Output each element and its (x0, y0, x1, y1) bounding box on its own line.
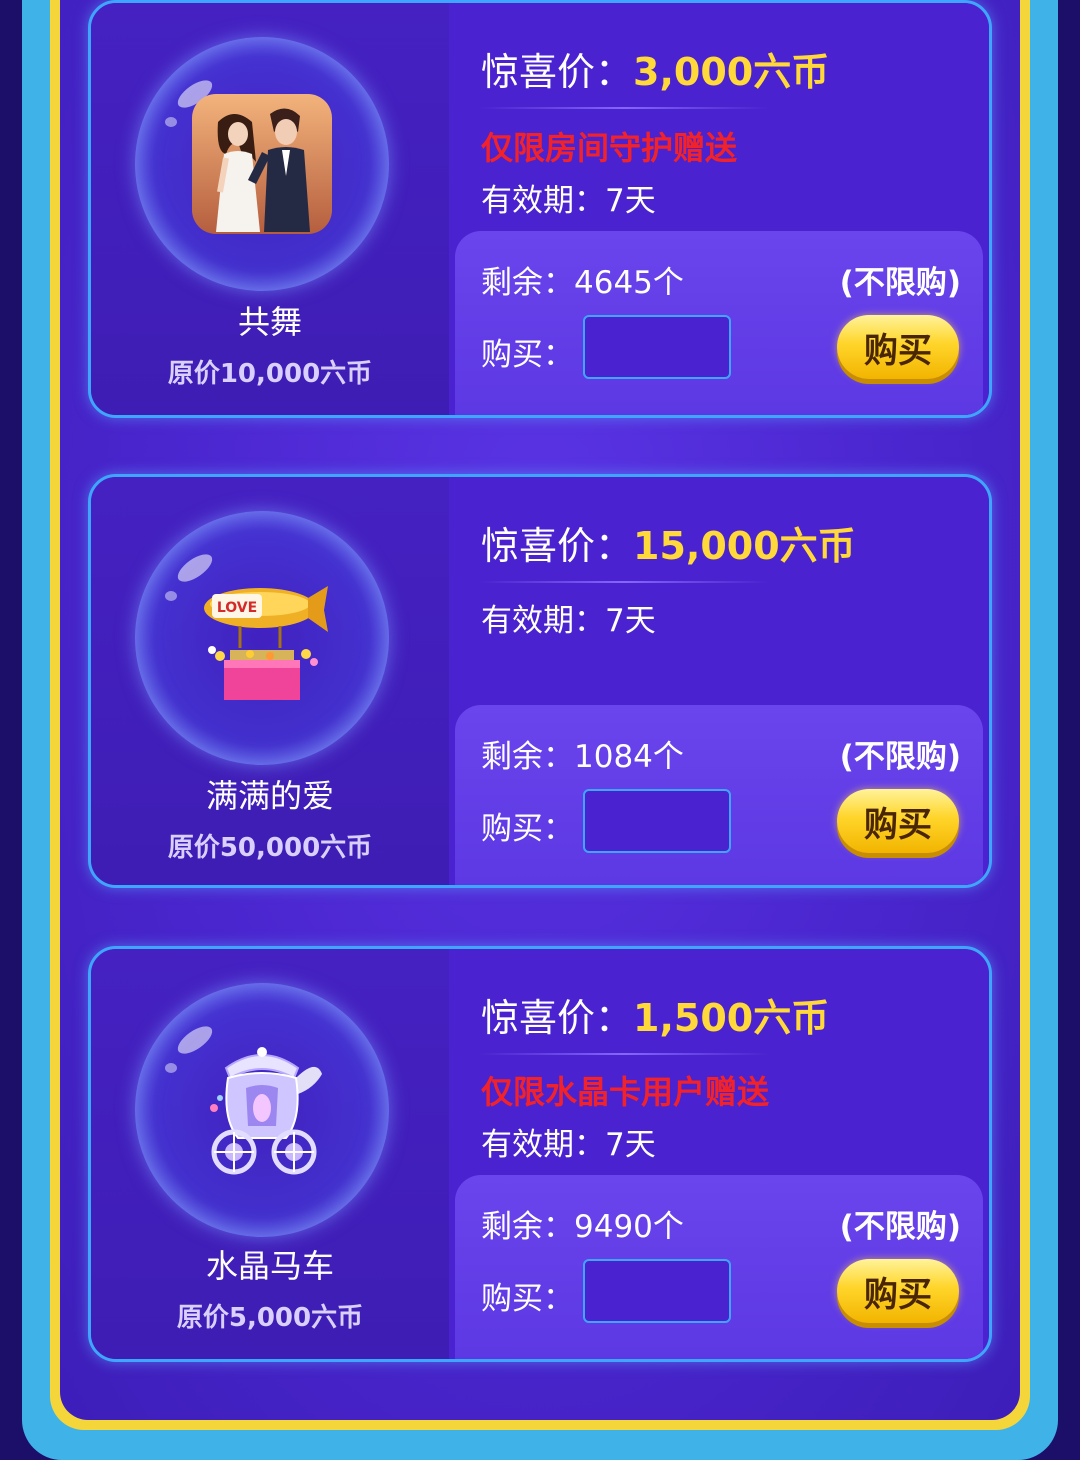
gift-bubble: LOVE (135, 511, 389, 765)
gift-card-full-love: LOVE 满满的爱 原价50,000六币 惊喜价：15,000六币 有效期：7天… (88, 474, 992, 888)
remaining-line: 剩余：4645个 (481, 257, 684, 302)
gift-details: 惊喜价：1,500六币 仅限水晶卡用户赠送 有效期：7天 剩余：9490个 (不… (449, 949, 989, 1359)
remaining-label: 剩余： (481, 739, 574, 775)
validity-label: 有效期： (481, 1127, 605, 1163)
surprise-price-label: 惊喜价： (481, 524, 634, 568)
remaining-label: 剩余： (481, 265, 574, 301)
gift-card-dance: 共舞 原价10,000六币 惊喜价：3,000六币 仅限房间守护赠送 有效期：7… (88, 0, 992, 418)
gift-preview: 水晶马车 原价5,000六币 (91, 949, 449, 1359)
validity-line: 有效期：7天 (481, 175, 656, 220)
restriction-note: 仅限房间守护赠送 (481, 129, 738, 167)
surprise-price-line: 惊喜价：3,000六币 (481, 41, 829, 96)
surprise-price-label: 惊喜价： (481, 50, 634, 94)
validity-value: 7天 (605, 1127, 656, 1163)
purchase-limit-note: (不限购) (839, 739, 961, 775)
buy-button[interactable]: 购买 (837, 315, 959, 379)
surprise-price-label: 惊喜价： (481, 996, 634, 1040)
gift-details: 惊喜价：15,000六币 有效期：7天 剩余：1084个 (不限购) 购买： 购… (449, 477, 989, 885)
purchase-limit-note: (不限购) (839, 265, 961, 301)
purchase-box: 剩余：9490个 (不限购) 购买： 购买 (455, 1175, 983, 1359)
validity-value: 7天 (605, 603, 656, 639)
dancing-couple-icon (192, 94, 332, 234)
remaining-line: 剩余：9490个 (481, 1201, 684, 1246)
gift-preview: LOVE 满满的爱 原价50,000六币 (91, 477, 449, 885)
divider (479, 107, 769, 109)
original-price: 原价50,000六币 (167, 833, 373, 863)
restriction-note: 仅限水晶卡用户赠送 (481, 1073, 770, 1111)
original-price: 原价5,000六币 (176, 1303, 364, 1333)
surprise-price-value: 15,000六币 (633, 524, 856, 568)
remaining-count: 4645个 (574, 265, 684, 301)
surprise-price-line: 惊喜价：15,000六币 (481, 515, 856, 570)
divider (479, 581, 769, 583)
purchase-box: 剩余：1084个 (不限购) 购买： 购买 (455, 705, 983, 885)
quantity-input[interactable] (583, 789, 731, 853)
purchase-limit-note: (不限购) (839, 1209, 961, 1245)
svg-text:LOVE: LOVE (217, 600, 257, 616)
buy-quantity-label: 购买： (481, 337, 574, 373)
validity-line: 有效期：7天 (481, 1119, 656, 1164)
divider (479, 1053, 769, 1055)
validity-label: 有效期： (481, 183, 605, 219)
remaining-count: 9490个 (574, 1209, 684, 1245)
remaining-label: 剩余： (481, 1209, 574, 1245)
quantity-input[interactable] (583, 315, 731, 379)
gift-details: 惊喜价：3,000六币 仅限房间守护赠送 有效期：7天 剩余：4645个 (不限… (449, 3, 989, 415)
gift-name: 水晶马车 (205, 1247, 334, 1285)
buy-quantity-label: 购买： (481, 1281, 574, 1317)
buy-quantity-label: 购买： (481, 811, 574, 847)
gift-bubble (135, 37, 389, 291)
buy-button[interactable]: 购买 (837, 789, 959, 853)
purchase-box: 剩余：4645个 (不限购) 购买： 购买 (455, 231, 983, 415)
quantity-input[interactable] (583, 1259, 731, 1323)
surprise-price-value: 1,500六币 (633, 996, 830, 1040)
gift-card-crystal-carriage: 水晶马车 原价5,000六币 惊喜价：1,500六币 仅限水晶卡用户赠送 有效期… (88, 946, 992, 1362)
surprise-price-value: 3,000六币 (633, 50, 830, 94)
gift-preview: 共舞 原价10,000六币 (91, 3, 449, 415)
original-price: 原价10,000六币 (167, 359, 373, 389)
gift-name: 满满的爱 (205, 777, 334, 815)
surprise-price-line: 惊喜价：1,500六币 (481, 987, 829, 1042)
remaining-line: 剩余：1084个 (481, 731, 684, 776)
buy-button[interactable]: 购买 (837, 1259, 959, 1323)
remaining-count: 1084个 (574, 739, 684, 775)
validity-line: 有效期：7天 (481, 595, 656, 640)
gift-bubble (135, 983, 389, 1237)
love-airship-icon: LOVE (204, 586, 328, 700)
validity-label: 有效期： (481, 603, 605, 639)
crystal-carriage-icon (210, 1047, 322, 1175)
gift-name: 共舞 (237, 303, 302, 341)
validity-value: 7天 (605, 183, 656, 219)
